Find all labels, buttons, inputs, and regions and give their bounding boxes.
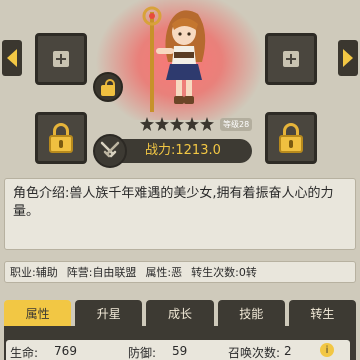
swords-icon (93, 134, 127, 168)
character-description: 角色介绍:兽人族千年难遇的美少女,拥有着振奋人心的力量。 (4, 178, 356, 250)
detail-tabs: 属性 升星 成长 技能 转生 (4, 300, 357, 326)
plus-icon (53, 51, 69, 67)
summon-label: 召唤次数: (228, 345, 281, 360)
stat-summon: 召唤次数: 2 (228, 344, 292, 360)
star-rating: 等级28 (140, 117, 253, 131)
star-icon (185, 117, 199, 131)
stat-hp: 生命: 769 (10, 344, 128, 360)
tab-rebirth[interactable]: 转生 (288, 300, 357, 326)
character-info-row: 职业: 辅助 阵营: 自由联盟 属性: 恶 转生次数: 0转 (4, 261, 356, 283)
equip-slot-locked-1[interactable] (35, 112, 87, 164)
plus-icon (283, 51, 299, 67)
rebirth-value: 0转 (238, 266, 257, 279)
star-icon (170, 117, 184, 131)
star-icon (155, 117, 169, 131)
equip-slot-add-2[interactable] (265, 33, 317, 85)
tab-growth[interactable]: 成长 (146, 300, 214, 326)
stats-row: 生命: 769 防御: 59 召唤次数: 2 (6, 340, 350, 360)
hero-character-sprite (142, 6, 206, 112)
hp-label: 生命: (10, 345, 39, 360)
level-badge: 等级28 (220, 117, 253, 131)
power-readout: 战力:1213.0 (145, 142, 221, 160)
attr-value: 恶 (171, 266, 183, 279)
attr-label: 属性: (145, 266, 172, 279)
lock-icon (278, 123, 304, 153)
star-icon (200, 117, 214, 131)
stat-defense: 防御: 59 (128, 344, 228, 360)
equip-slot-locked-2[interactable] (265, 112, 317, 164)
tab-star-up[interactable]: 升星 (75, 300, 143, 326)
power-value: 1213.0 (175, 143, 221, 158)
star-icon (140, 117, 154, 131)
def-value: 59 (172, 343, 188, 358)
power-label: 战力: (145, 143, 176, 158)
def-label: 防御: (128, 345, 157, 360)
hp-value: 769 (54, 343, 77, 358)
description-label: 角色介绍: (13, 186, 70, 201)
camp-value: 自由联盟 (92, 266, 137, 279)
job-label: 职业: (10, 266, 36, 279)
tab-skills[interactable]: 技能 (217, 300, 285, 326)
rebirth-label: 转生次数: (191, 266, 239, 279)
tab-attributes[interactable]: 属性 (4, 300, 72, 326)
summon-value: 2 (284, 343, 292, 358)
skill-lock-icon[interactable] (93, 72, 123, 102)
job-value: 辅助 (35, 266, 58, 279)
lock-icon (48, 123, 74, 153)
info-icon[interactable]: i (320, 343, 334, 357)
prev-hero-arrow-icon[interactable] (2, 40, 22, 76)
hero-display: 等级28 战力:1213.0 (0, 0, 360, 172)
next-hero-arrow-icon[interactable] (338, 40, 358, 76)
equip-slot-add-1[interactable] (35, 33, 87, 85)
camp-label: 阵营: (66, 266, 93, 279)
